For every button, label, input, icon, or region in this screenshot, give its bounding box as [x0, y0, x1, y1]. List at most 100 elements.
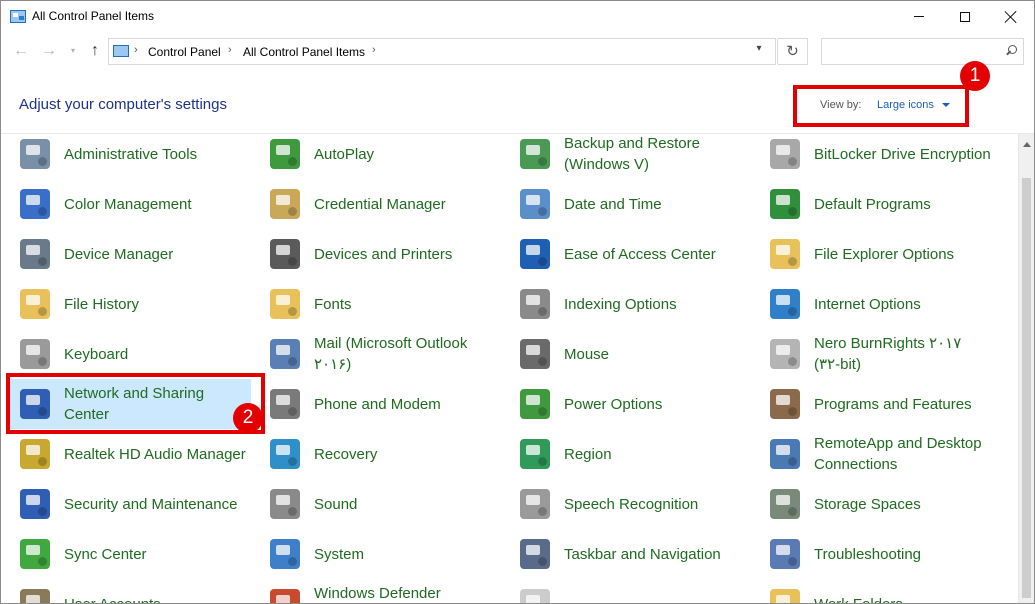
control-panel-item[interactable]: Devices and Printers	[256, 229, 501, 279]
control-panel-item[interactable]: Troubleshooting	[756, 529, 1001, 579]
minimize-icon	[914, 16, 924, 17]
scroll-thumb[interactable]	[1022, 178, 1031, 598]
programs-features-icon	[770, 389, 800, 419]
vertical-scrollbar[interactable]	[1018, 134, 1034, 603]
breadcrumb-separator[interactable]: ›	[372, 44, 376, 56]
control-panel-item[interactable]: Programs and Features	[756, 379, 1001, 429]
control-panel-window: All Control Panel Items ← → ▾ ↑ › Contro…	[0, 0, 1035, 604]
recent-locations-button[interactable]: ▾	[63, 41, 83, 61]
control-panel-item[interactable]: Recovery	[256, 429, 501, 479]
control-panel-item[interactable]: AutoPlay	[256, 134, 501, 179]
address-history-dropdown[interactable]: ▾	[749, 43, 769, 54]
ease-of-access-icon	[520, 239, 550, 269]
control-panel-item[interactable]: Storage Spaces	[756, 479, 1001, 529]
maximize-button[interactable]	[942, 1, 988, 32]
control-panel-item[interactable]: Taskbar and Navigation	[506, 529, 751, 579]
control-panel-item[interactable]: Keyboard	[6, 329, 251, 379]
sound-icon	[270, 489, 300, 519]
phone-modem-icon	[270, 389, 300, 419]
control-panel-item-label: Windows Defender Firewall	[314, 585, 441, 602]
control-panel-item[interactable]: Sync Center	[6, 529, 251, 579]
control-panel-item[interactable]: Region	[506, 429, 751, 479]
control-panel-item[interactable]: Default Programs	[756, 179, 1001, 229]
refresh-button[interactable]: ↻	[778, 38, 808, 65]
control-panel-item[interactable]: Color Management	[6, 179, 251, 229]
control-panel-item[interactable]: File Explorer Options	[756, 229, 1001, 279]
control-panel-item[interactable]: Fonts	[256, 279, 501, 329]
control-panel-item-label: Administrative Tools	[64, 145, 198, 163]
control-panel-item[interactable]: Nero BurnRights ۲۰۱۷ (۳۲-bit)	[756, 329, 1001, 379]
forward-button[interactable]: →	[39, 41, 59, 61]
page-title: Adjust your computer's settings	[19, 96, 227, 113]
minimize-button[interactable]	[896, 1, 942, 32]
address-bar[interactable]: › Control Panel › All Control Panel Item…	[108, 38, 778, 65]
control-panel-icon	[113, 45, 129, 57]
control-panel-item[interactable]: Date and Time	[506, 179, 751, 229]
taskbar-navigation-icon	[520, 539, 550, 569]
control-panel-item[interactable]: Work Folders	[756, 579, 1001, 603]
close-button[interactable]	[988, 1, 1034, 32]
back-button[interactable]: ←	[11, 41, 31, 61]
autoplay-icon	[270, 139, 300, 169]
file-history-icon	[20, 289, 50, 319]
control-panel-item-label: Device Manager	[64, 245, 174, 263]
control-panel-item-label: Credential Manager	[314, 195, 446, 213]
control-panel-item-label: Mouse	[564, 345, 610, 363]
system-icon	[270, 539, 300, 569]
control-panel-item[interactable]: Mail (Microsoft Outlook ۲۰۱۶)	[256, 329, 501, 379]
step-badge-1: 1	[960, 61, 990, 91]
control-panel-item-label: Programs and Features	[814, 395, 972, 413]
control-panel-item-label: Power Options	[564, 395, 663, 413]
control-panel-item[interactable]: Windows Defender Firewall	[256, 579, 501, 603]
search-icon[interactable]	[1006, 45, 1017, 55]
control-panel-item[interactable]: Credential Manager	[256, 179, 501, 229]
control-panel-item-label: Internet Options	[814, 295, 921, 313]
control-panel-item[interactable]: System	[256, 529, 501, 579]
breadcrumb-control-panel[interactable]: Control Panel	[148, 45, 221, 59]
control-panel-item-label: RemoteApp and Desktop Connections	[814, 435, 982, 473]
control-panel-item[interactable]: Device Manager	[6, 229, 251, 279]
control-panel-item[interactable]: BitLocker Drive Encryption	[756, 134, 1001, 179]
control-panel-item[interactable]: Realtek HD Audio Manager	[6, 429, 251, 479]
control-panel-item[interactable]: File History	[6, 279, 251, 329]
control-panel-item[interactable]: Mouse	[506, 329, 751, 379]
power-options-icon	[520, 389, 550, 419]
control-panel-item-label: File History	[64, 295, 140, 313]
control-panel-item[interactable]: Indexing Options	[506, 279, 751, 329]
control-panel-item-label: Color Management	[64, 195, 192, 213]
control-panel-item[interactable]: Administrative Tools	[6, 134, 251, 179]
close-icon	[1005, 11, 1017, 23]
indexing-options-icon	[520, 289, 550, 319]
control-panel-item[interactable]	[506, 579, 754, 603]
speech-recognition-icon	[520, 489, 550, 519]
devices-printers-icon	[270, 239, 300, 269]
scroll-up-arrow-icon[interactable]	[1023, 142, 1031, 147]
highlight-view-by	[793, 85, 969, 127]
up-button[interactable]: ↑	[85, 41, 105, 61]
control-panel-item-label	[564, 579, 754, 603]
control-panel-item[interactable]: Ease of Access Center	[506, 229, 751, 279]
control-panel-item[interactable]: Backup and Restore (Windows V)	[506, 134, 751, 179]
control-panel-item-label: Sound	[314, 495, 358, 513]
remoteapp-icon	[770, 439, 800, 469]
region-icon	[520, 439, 550, 469]
control-panel-item[interactable]: Speech Recognition	[506, 479, 751, 529]
control-panel-item[interactable]: Power Options	[506, 379, 751, 429]
control-panel-item[interactable]: Sound	[256, 479, 501, 529]
control-panel-item[interactable]: Internet Options	[756, 279, 1001, 329]
search-box-frame	[821, 38, 1024, 65]
mouse-icon	[520, 339, 550, 369]
breadcrumb-separator[interactable]: ›	[228, 44, 232, 56]
breadcrumb-all-items[interactable]: All Control Panel Items	[243, 45, 365, 59]
control-panel-item[interactable]: Security and Maintenance	[6, 479, 251, 529]
admin-tools-icon	[20, 139, 50, 169]
control-panel-item[interactable]: RemoteApp and Desktop Connections	[756, 429, 1001, 479]
control-panel-item[interactable]: Phone and Modem	[256, 379, 501, 429]
title-bar[interactable]: All Control Panel Items	[1, 1, 1034, 32]
control-panel-item-label: Fonts	[314, 295, 352, 313]
control-panel-item-label: BitLocker Drive Encryption	[814, 145, 991, 163]
control-panel-item[interactable]: User Accounts	[6, 579, 251, 603]
control-panel-item-label: Recovery	[314, 445, 378, 463]
highlight-network-sharing	[6, 373, 265, 434]
breadcrumb-separator[interactable]: ›	[134, 44, 138, 56]
